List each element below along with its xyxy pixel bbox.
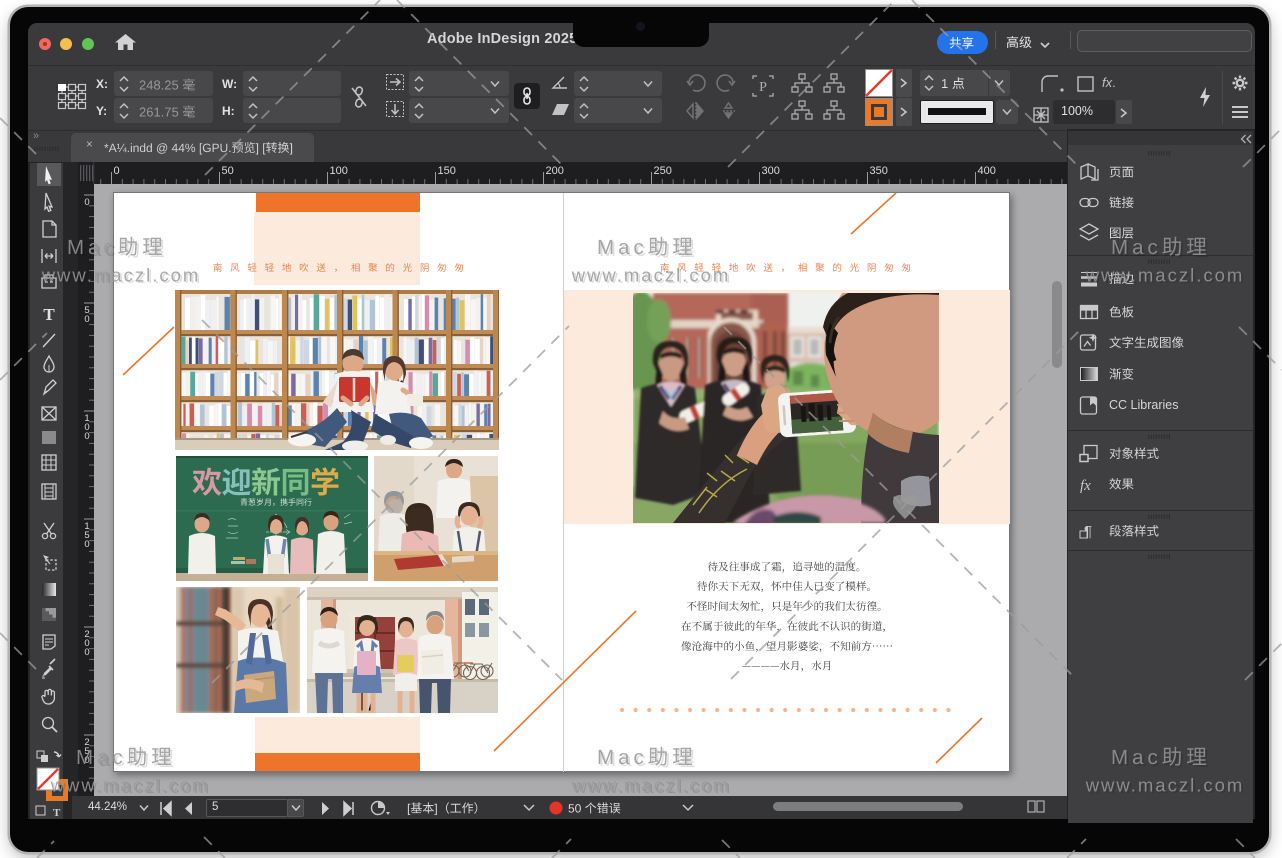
svg-text:www.maczl.com: www.maczl.com: [571, 265, 731, 286]
svg-text:www.maczl.com: www.maczl.com: [1085, 265, 1245, 286]
svg-text:www.maczl.com: www.maczl.com: [571, 775, 731, 796]
svg-text:www.maczl.com: www.maczl.com: [1085, 775, 1245, 796]
svg-text:www.maczl.com: www.maczl.com: [41, 265, 201, 286]
svg-text:www.maczl.com: www.maczl.com: [50, 775, 210, 796]
